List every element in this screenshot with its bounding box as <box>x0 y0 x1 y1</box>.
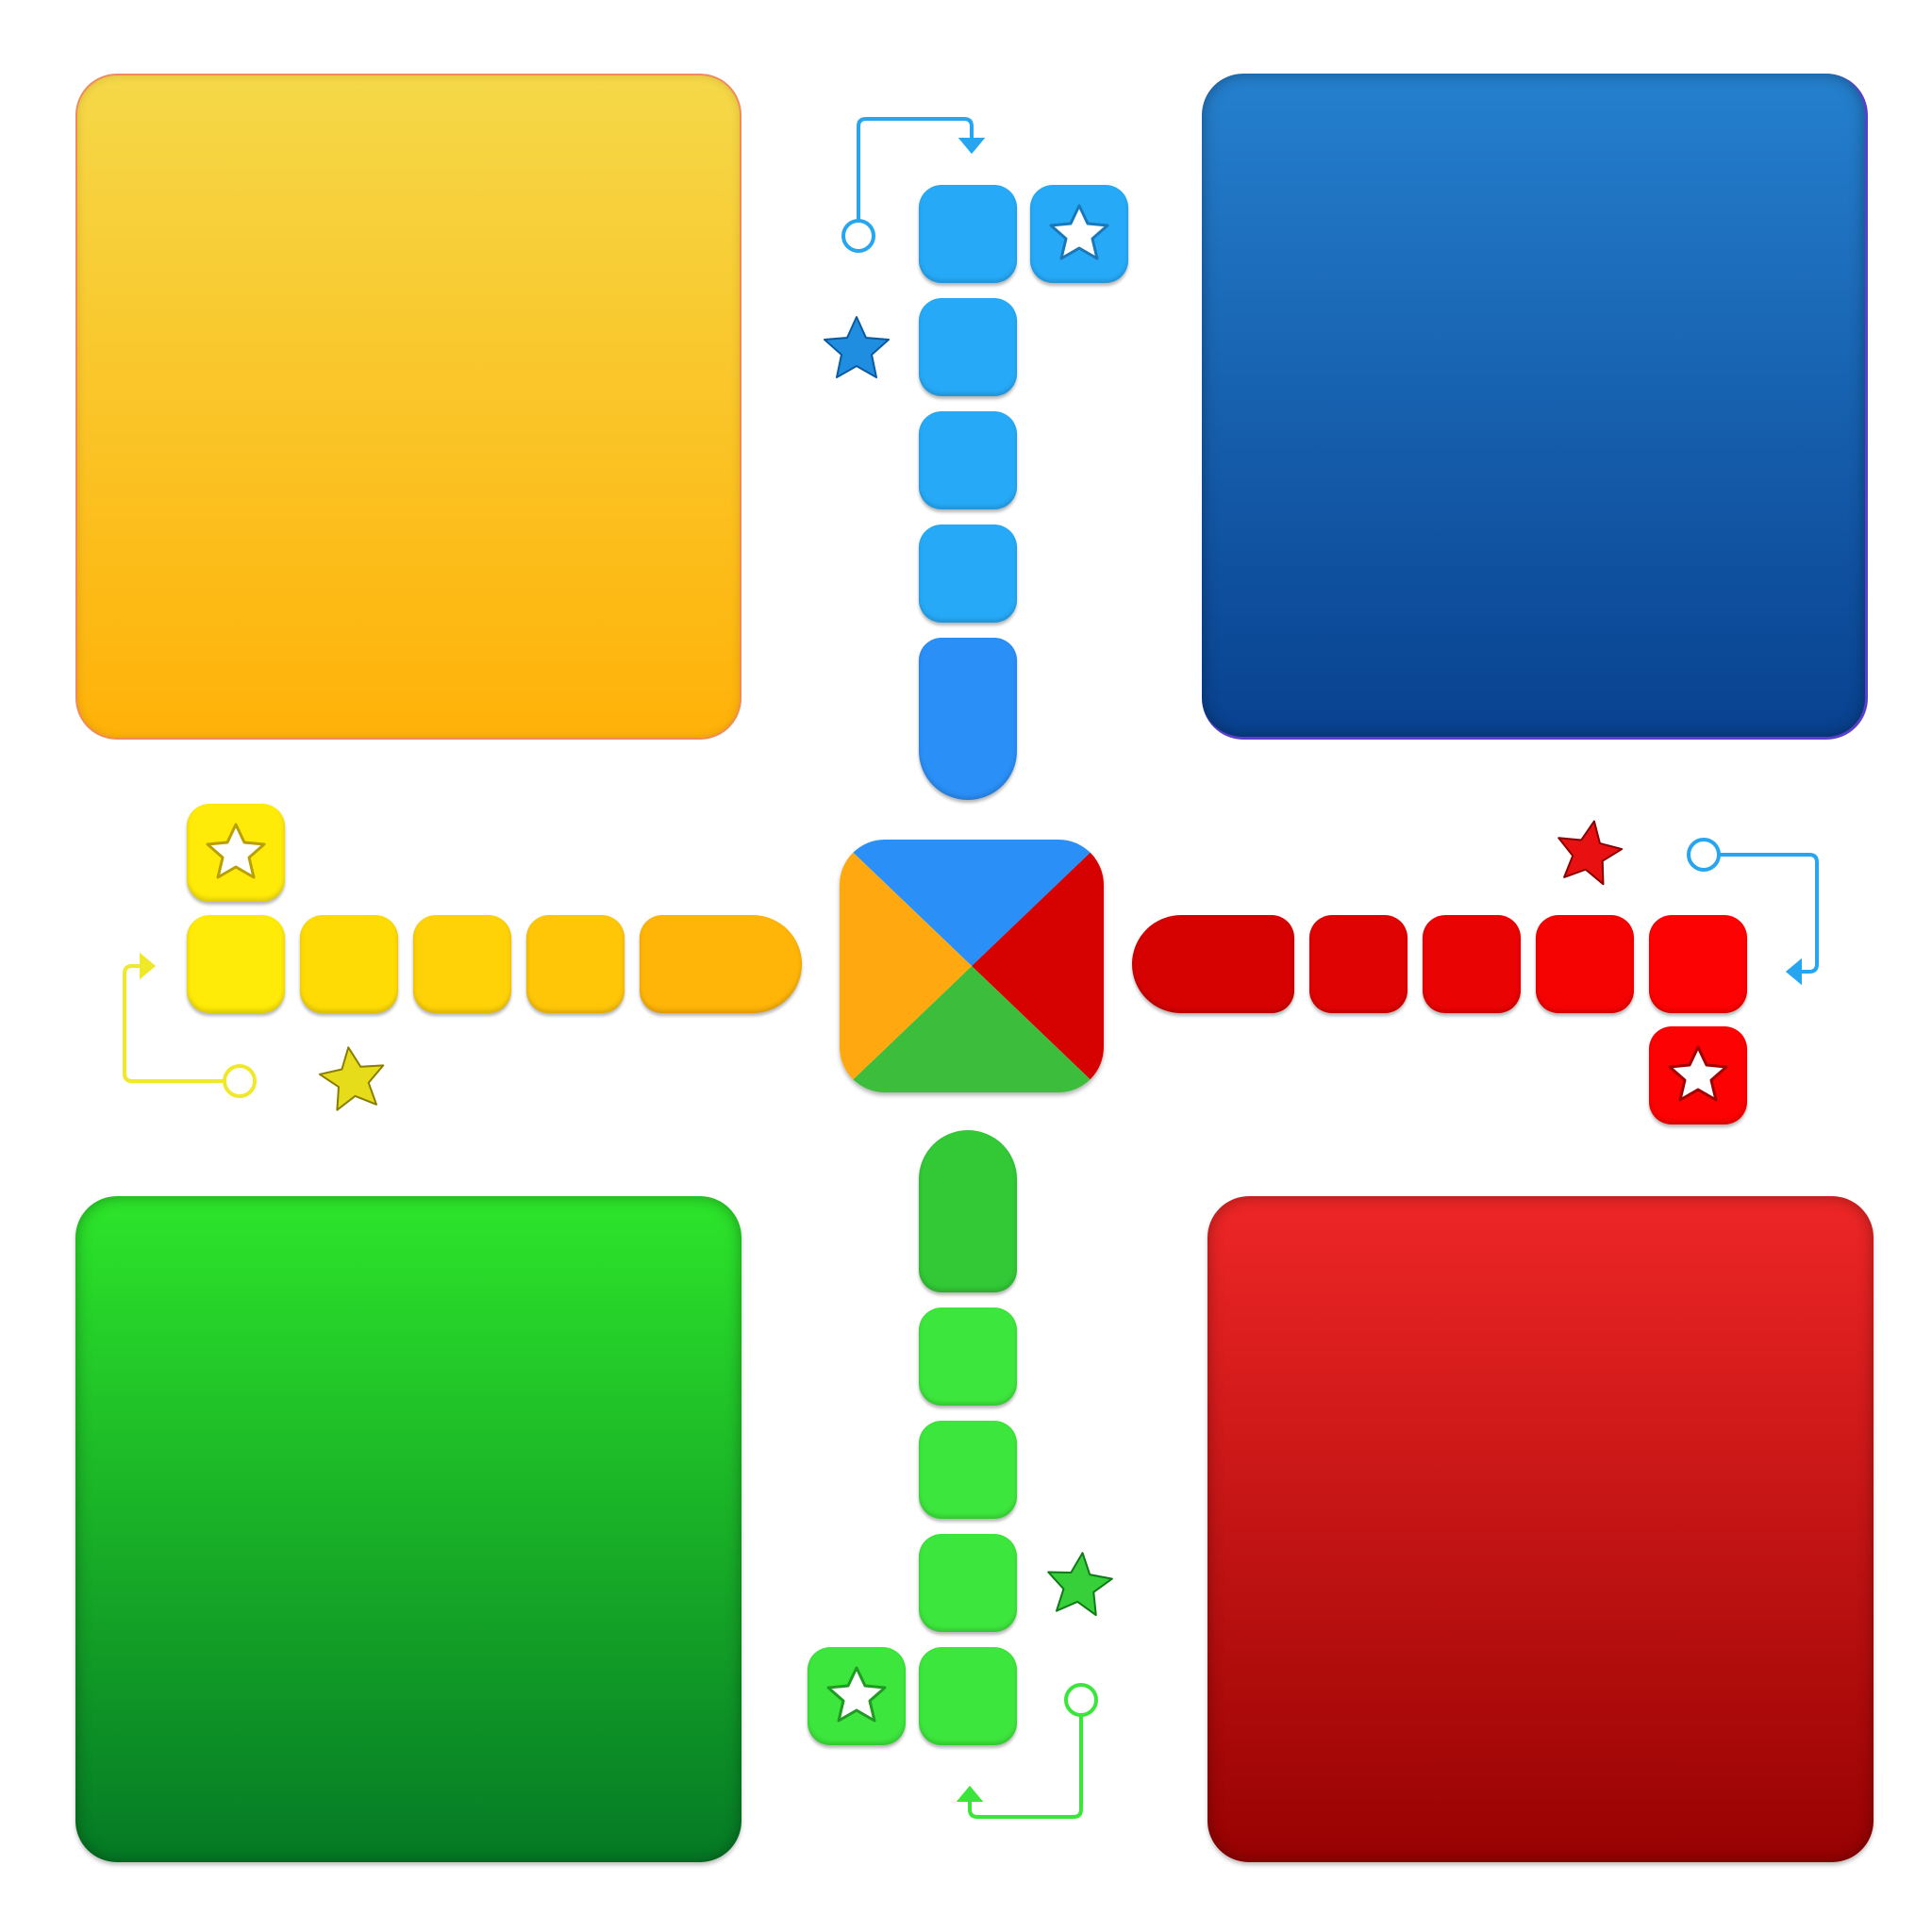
green-home-stretch-end[interactable] <box>919 1130 1017 1292</box>
green-path-cell-4[interactable] <box>919 1307 1017 1406</box>
blue-path-cell-2[interactable] <box>919 298 1017 396</box>
yellow-path-cell-3[interactable] <box>413 915 511 1013</box>
green-path-cell-1[interactable] <box>919 1647 1017 1745</box>
red-path-cell-2[interactable] <box>1536 915 1634 1013</box>
blue-path-cell-1[interactable] <box>919 185 1017 283</box>
red-start-square[interactable] <box>1649 1026 1747 1124</box>
blue-path-cell-3[interactable] <box>919 411 1017 509</box>
yellow-home-stretch-end[interactable] <box>640 915 802 1013</box>
blue-star-icon <box>824 316 890 378</box>
blue-start-square[interactable] <box>1030 185 1128 283</box>
yellow-path-cell-1[interactable] <box>187 915 285 1013</box>
center-finish-square[interactable] <box>840 840 1104 1092</box>
yellow-path-cell-4[interactable] <box>526 915 625 1013</box>
green-path-cell-3[interactable] <box>919 1421 1017 1519</box>
ludo-board <box>0 0 1932 1932</box>
red-path-cell-3[interactable] <box>1423 915 1521 1013</box>
red-path-cell-4[interactable] <box>1309 915 1407 1013</box>
red-path-cell-1[interactable] <box>1649 915 1747 1013</box>
green-star-icon <box>1047 1552 1113 1617</box>
green-home-area[interactable] <box>75 1196 741 1862</box>
green-path-cell-2[interactable] <box>919 1534 1017 1632</box>
yellow-home-area[interactable] <box>75 74 741 740</box>
yellow-path-cell-2[interactable] <box>300 915 398 1013</box>
blue-home-stretch-end[interactable] <box>919 638 1017 800</box>
star-icon <box>826 1666 887 1723</box>
green-start-square[interactable] <box>808 1647 906 1745</box>
star-icon <box>1668 1045 1728 1102</box>
blue-path-cell-4[interactable] <box>919 525 1017 623</box>
star-icon <box>1049 204 1109 260</box>
yellow-start-square[interactable] <box>187 804 285 902</box>
yellow-star-icon <box>318 1046 385 1111</box>
red-home-stretch-end[interactable] <box>1132 915 1294 1013</box>
blue-home-area[interactable] <box>1202 74 1868 740</box>
red-home-area[interactable] <box>1208 1196 1874 1862</box>
star-icon <box>206 823 266 879</box>
red-star-icon <box>1557 820 1624 886</box>
